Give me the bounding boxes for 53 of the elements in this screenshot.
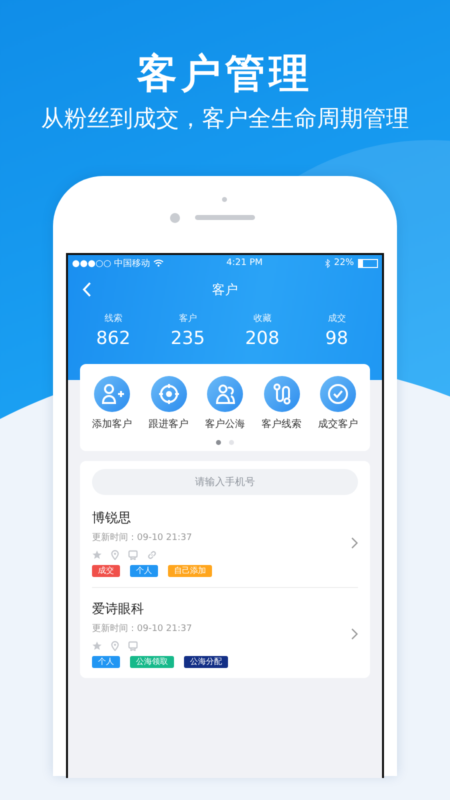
chevron-right-icon[interactable] [351, 537, 358, 549]
stat-label: 线索 [104, 312, 122, 325]
customer-name: 博锐思 [92, 510, 132, 527]
carrier-label: ●●●○○ 中国移动 [72, 258, 150, 270]
stat-label: 客户 [178, 312, 197, 325]
page-dot[interactable] [216, 440, 221, 445]
page-title: 客户 [212, 282, 238, 299]
update-time: 更新时间：09-10 21:37 [92, 532, 193, 544]
customer-tag: 成交 [92, 565, 120, 577]
stat-label: 成交 [328, 312, 346, 325]
back-icon[interactable] [82, 282, 91, 297]
location-pin-icon[interactable] [111, 641, 119, 651]
wifi-icon [153, 259, 164, 267]
star-icon[interactable] [92, 641, 102, 651]
stat-value: 208 [245, 328, 280, 349]
bluetooth-icon [324, 258, 330, 268]
shortcut-button[interactable]: 跟进客户 [140, 376, 196, 431]
stat-value: 862 [96, 328, 130, 349]
route-icon [264, 376, 300, 412]
location-pin-icon[interactable] [111, 550, 119, 560]
stat-label: 收藏 [253, 312, 272, 325]
battery-percent: 22% [334, 258, 354, 268]
shortcut-button[interactable]: 客户公海 [197, 376, 253, 431]
customer-tag: 公海分配 [184, 656, 228, 668]
shortcut-button[interactable]: 成交客户 [310, 376, 366, 431]
customer-tag: 个人 [92, 656, 120, 668]
chevron-right-icon[interactable] [351, 628, 358, 640]
badge-icon[interactable] [128, 641, 138, 651]
shortcut-button[interactable]: 添加客户 [84, 376, 140, 431]
star-icon[interactable] [92, 550, 102, 560]
sensor-dot [222, 197, 227, 202]
promo-title: 客户管理 [137, 50, 313, 98]
badge-icon[interactable] [128, 550, 138, 560]
customer-name: 爱诗眼科 [92, 601, 145, 618]
phone-search-field[interactable]: 请输入手机号 [92, 469, 358, 495]
link-icon[interactable] [147, 550, 157, 560]
stat-value: 98 [325, 328, 348, 349]
promo-subtitle: 从粉丝到成交，客户全生命周期管理 [41, 105, 409, 134]
customer-tag: 自己添加 [168, 565, 212, 577]
group-icon [207, 376, 243, 412]
target-icon [150, 376, 186, 412]
battery-icon [358, 258, 378, 268]
customer-tag: 个人 [130, 565, 158, 577]
add-user-icon [94, 376, 130, 412]
status-time: 4:21 PM [226, 258, 263, 268]
stat-value: 235 [170, 328, 205, 349]
speaker-grille [195, 215, 255, 220]
camera-lens [170, 213, 180, 223]
check-circle-icon [320, 376, 356, 412]
customer-tag: 公海领取 [130, 656, 174, 668]
update-time: 更新时间：09-10 21:37 [92, 622, 193, 635]
shortcut-button[interactable]: 客户线索 [254, 376, 310, 431]
page-dot[interactable] [229, 440, 234, 445]
